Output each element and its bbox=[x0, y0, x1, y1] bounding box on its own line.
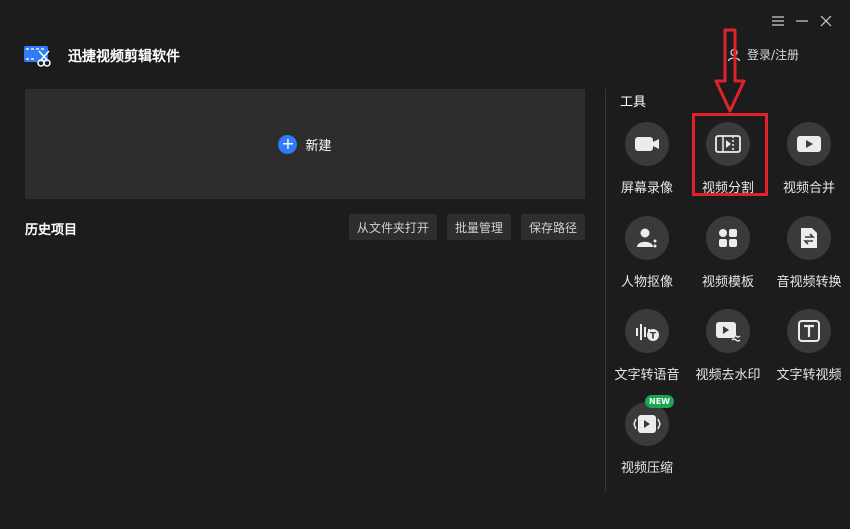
tool-screen-record[interactable]: 屏幕录像 bbox=[607, 122, 687, 196]
tool-label: 视频去水印 bbox=[695, 368, 761, 383]
window-controls bbox=[770, 12, 834, 30]
tool-video-compress[interactable]: NEW 视频压缩 bbox=[607, 395, 687, 476]
tool-label: 视频合并 bbox=[782, 181, 835, 196]
tool-label: 视频压缩 bbox=[620, 461, 673, 476]
camera-icon bbox=[625, 122, 669, 166]
new-badge: NEW bbox=[645, 395, 674, 408]
svg-text:T: T bbox=[650, 332, 657, 342]
watermark-remove-icon bbox=[706, 309, 750, 353]
new-project-panel[interactable]: + 新建 bbox=[25, 89, 585, 199]
new-label: 新建 bbox=[305, 138, 332, 154]
tool-text-to-video[interactable]: 文字转视频 bbox=[769, 309, 849, 383]
tool-av-convert[interactable]: 音视频转换 bbox=[769, 216, 849, 290]
tool-video-template[interactable]: 视频模板 bbox=[688, 216, 768, 290]
compress-icon bbox=[625, 402, 669, 446]
tool-label: 视频模板 bbox=[701, 275, 754, 290]
template-icon bbox=[706, 216, 750, 260]
tools-title: 工具 bbox=[620, 95, 647, 110]
tool-watermark-remove[interactable]: 视频去水印 bbox=[688, 309, 768, 383]
tool-video-merge[interactable]: 视频合并 bbox=[769, 122, 849, 196]
tool-label: 文字转语音 bbox=[614, 368, 680, 383]
panel-divider bbox=[605, 89, 606, 491]
video-merge-icon bbox=[787, 122, 831, 166]
text-to-speech-icon: T bbox=[625, 309, 669, 353]
tool-label: 文字转视频 bbox=[776, 368, 842, 383]
annotation-highlight-box bbox=[692, 113, 768, 196]
save-path-button[interactable]: 保存路径 bbox=[521, 214, 586, 240]
tool-label: 音视频转换 bbox=[776, 275, 842, 290]
open-folder-button[interactable]: 从文件夹打开 bbox=[349, 214, 438, 240]
app-logo-icon bbox=[24, 46, 51, 67]
app-title: 迅捷视频剪辑软件 bbox=[68, 49, 180, 65]
menu-icon[interactable] bbox=[770, 12, 786, 30]
tool-label: 人物抠像 bbox=[620, 275, 673, 290]
tool-text-to-speech[interactable]: T 文字转语音 bbox=[607, 309, 687, 383]
history-title: 历史项目 bbox=[25, 223, 78, 238]
convert-icon bbox=[787, 216, 831, 260]
person-cutout-icon bbox=[625, 216, 669, 260]
close-icon[interactable] bbox=[818, 12, 834, 30]
annotation-arrow bbox=[714, 28, 746, 113]
plus-icon: + bbox=[278, 134, 298, 154]
tool-person-cutout[interactable]: 人物抠像 bbox=[607, 216, 687, 290]
tool-label: 屏幕录像 bbox=[620, 181, 673, 196]
text-to-video-icon bbox=[787, 309, 831, 353]
login-label: 登录/注册 bbox=[747, 48, 800, 62]
minimize-icon[interactable] bbox=[794, 12, 810, 30]
batch-manage-button[interactable]: 批量管理 bbox=[447, 214, 512, 240]
